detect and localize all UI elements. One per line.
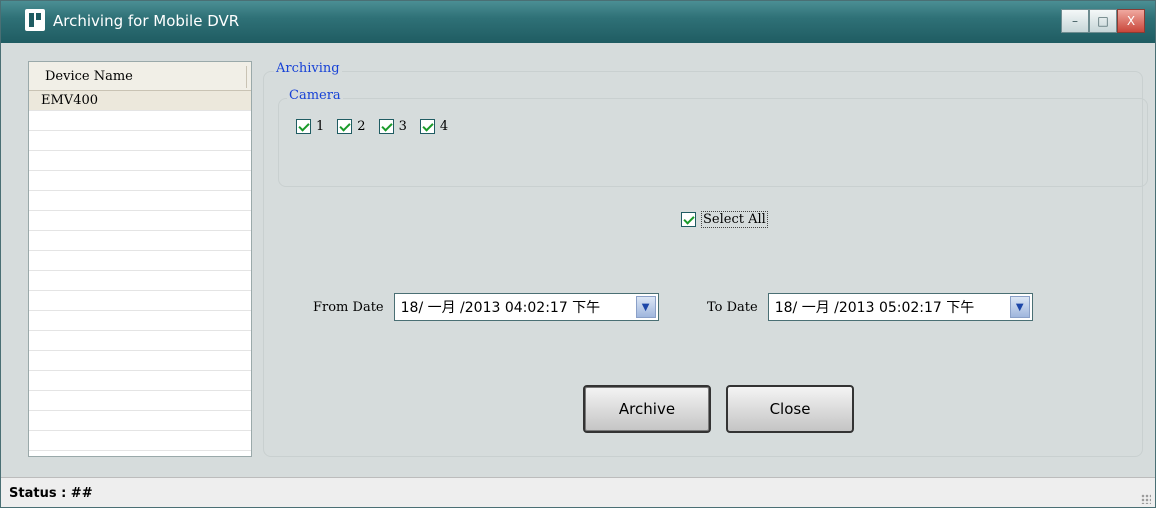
from-date-value[interactable]: 18/ 一月 /2013 04:02:17 下午 <box>401 297 601 317</box>
window-controls: – □ X <box>1061 9 1145 33</box>
device-row[interactable]: EMV400 <box>29 91 251 111</box>
camera-2-checkbox[interactable]: 2 <box>337 119 366 134</box>
from-date-label: From Date <box>313 299 384 315</box>
select-all-label[interactable]: Select All <box>701 211 768 228</box>
to-date-picker[interactable]: 18/ 一月 /2013 05:02:17 下午 ▼ <box>767 293 1033 321</box>
archive-button[interactable]: Archive <box>583 385 711 433</box>
resize-grip-icon[interactable] <box>1141 494 1151 504</box>
status-bar: Status : ## <box>1 477 1155 507</box>
device-row[interactable] <box>29 371 251 391</box>
from-date-row: From Date 18/ 一月 /2013 04:02:17 下午 ▼ <box>313 293 659 321</box>
camera-label: 3 <box>398 119 407 134</box>
maximize-button[interactable]: □ <box>1089 9 1117 33</box>
device-row[interactable] <box>29 411 251 431</box>
device-list[interactable]: Device Name EMV400 <box>28 61 252 457</box>
device-name-column-header[interactable]: Device Name <box>29 62 251 91</box>
window-title: Archiving for Mobile DVR <box>53 12 240 30</box>
select-all-checkbox[interactable]: Select All <box>681 211 768 228</box>
archiving-window: Archiving for Mobile DVR – □ X Device Na… <box>0 0 1156 508</box>
device-row[interactable] <box>29 171 251 191</box>
close-window-button[interactable]: X <box>1117 9 1145 33</box>
device-row[interactable] <box>29 231 251 251</box>
close-button[interactable]: Close <box>726 385 854 433</box>
device-row[interactable] <box>29 431 251 451</box>
to-date-label: To Date <box>707 299 758 315</box>
camera-group <box>278 98 1148 187</box>
camera-group-label: Camera <box>287 88 343 103</box>
to-date-row: To Date 18/ 一月 /2013 05:02:17 下午 ▼ <box>707 293 1033 321</box>
device-rows: EMV400 <box>29 91 251 451</box>
device-row[interactable] <box>29 311 251 331</box>
device-row[interactable] <box>29 211 251 231</box>
title-bar[interactable]: Archiving for Mobile DVR – □ X <box>1 1 1155 43</box>
chevron-down-icon[interactable]: ▼ <box>1009 296 1030 318</box>
camera-label: 1 <box>316 119 325 134</box>
device-row[interactable] <box>29 291 251 311</box>
camera-label: 4 <box>439 119 449 134</box>
minimize-button[interactable]: – <box>1061 9 1089 33</box>
camera-1-checkbox[interactable]: 1 <box>296 119 324 134</box>
device-row[interactable] <box>29 151 251 171</box>
app-icon <box>25 9 45 31</box>
from-date-picker[interactable]: 18/ 一月 /2013 04:02:17 下午 ▼ <box>393 293 659 321</box>
device-row[interactable] <box>29 331 251 351</box>
chevron-down-icon[interactable]: ▼ <box>635 296 656 318</box>
checkbox-icon[interactable] <box>419 119 435 134</box>
device-row[interactable] <box>29 191 251 211</box>
camera-checkboxes: 1 2 3 4 <box>296 119 461 134</box>
camera-4-checkbox[interactable]: 4 <box>419 119 449 134</box>
camera-label: 2 <box>357 119 366 134</box>
device-row[interactable] <box>29 271 251 291</box>
checkbox-icon[interactable] <box>296 119 311 134</box>
device-row[interactable] <box>29 251 251 271</box>
device-row[interactable] <box>29 351 251 371</box>
device-row[interactable] <box>29 111 251 131</box>
to-date-value[interactable]: 18/ 一月 /2013 05:02:17 下午 <box>775 297 975 317</box>
device-row[interactable] <box>29 391 251 411</box>
camera-3-checkbox[interactable]: 3 <box>378 119 407 134</box>
checkbox-icon[interactable] <box>378 119 394 134</box>
status-text: Status : ## <box>9 486 93 501</box>
archiving-group-label: Archiving <box>274 61 342 76</box>
device-row[interactable] <box>29 131 251 151</box>
checkbox-icon[interactable] <box>337 119 353 134</box>
checkbox-icon[interactable] <box>681 212 696 227</box>
